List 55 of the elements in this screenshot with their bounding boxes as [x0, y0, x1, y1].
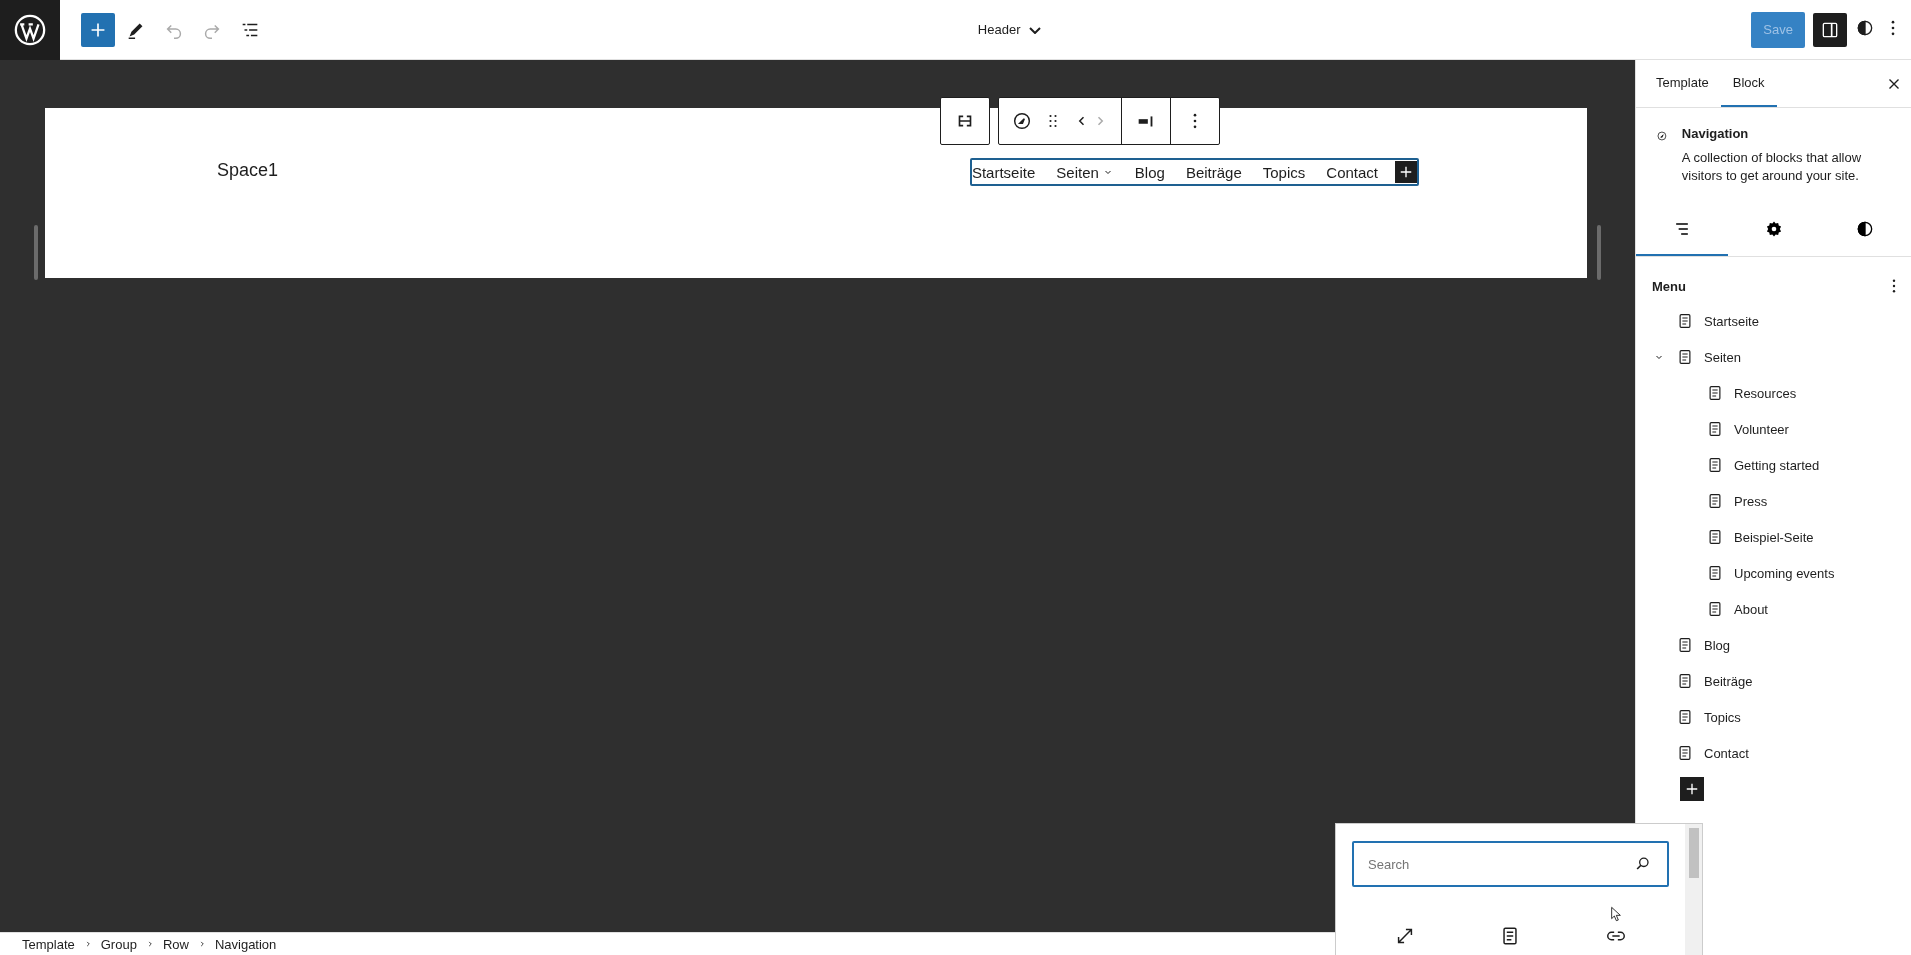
page-icon [1706, 420, 1724, 438]
menu-heading: Menu [1652, 278, 1687, 294]
page-icon [1676, 672, 1694, 690]
chevron-down-icon [1028, 25, 1041, 34]
page-icon [1706, 564, 1724, 582]
sidebar-tab[interactable]: Template [1644, 60, 1721, 107]
menu-item[interactable]: Seiten [1704, 349, 1741, 365]
menu-item[interactable]: Resources [1734, 385, 1797, 401]
menu-item[interactable]: Upcoming events [1734, 565, 1835, 581]
menu-item[interactable]: Blog [1704, 637, 1731, 653]
site-title: Space1 [217, 160, 279, 181]
menu-item[interactable]: Topics [1704, 709, 1741, 725]
resize-handle[interactable] [1597, 225, 1601, 280]
nav-link[interactable]: Startseite [971, 163, 1036, 181]
menu-item[interactable]: Beispiel-Seite [1734, 529, 1814, 545]
page-icon [1676, 744, 1694, 762]
wordpress-logo-icon [13, 12, 47, 47]
page-icon [1676, 708, 1694, 726]
page-icon [1706, 456, 1724, 474]
compass-icon[interactable] [1011, 110, 1033, 132]
page-icon [1706, 600, 1724, 618]
template-title-dropdown[interactable]: Header [969, 18, 1049, 41]
menu-item[interactable]: Contact [1704, 745, 1749, 761]
add-menu-item-button[interactable] [1680, 777, 1704, 801]
resize-handle[interactable] [34, 225, 38, 280]
nav-link[interactable]: Blog [1134, 163, 1165, 181]
breadcrumb-link[interactable]: Group [100, 936, 137, 952]
add-block-button[interactable] [81, 12, 115, 47]
sidebar-tab[interactable]: Block [1720, 60, 1777, 107]
add-nav-item-button[interactable] [1395, 161, 1417, 183]
menu-item[interactable]: Beiträge [1704, 673, 1753, 689]
nav-link[interactable]: Beiträge [1185, 163, 1242, 181]
breadcrumb-link[interactable]: Row [162, 936, 189, 952]
breadcrumb-link[interactable]: Template [22, 936, 75, 952]
menu-item[interactable]: Volunteer [1734, 421, 1789, 437]
menu-item[interactable]: Startseite [1704, 313, 1759, 329]
page-icon [1676, 636, 1694, 654]
scrollbar[interactable] [1685, 824, 1702, 955]
settings-panel-toggle[interactable] [1813, 12, 1847, 47]
page-icon [1706, 492, 1724, 510]
menu-item[interactable]: Getting started [1734, 457, 1820, 473]
nav-link[interactable]: Seiten [1056, 163, 1114, 181]
menu-item[interactable]: About [1734, 601, 1768, 617]
block-name: Navigation [1681, 126, 1750, 141]
nav-link[interactable]: Topics [1262, 163, 1306, 181]
search-field[interactable]: Search [1352, 841, 1669, 887]
block-description: A collection of blocks that allow visitors to get around your site. [1681, 149, 1863, 185]
logo-tile[interactable] [0, 0, 60, 60]
page-icon [1706, 384, 1724, 402]
menu-item[interactable]: Press [1734, 493, 1768, 509]
breadcrumb-link[interactable]: Navigation [214, 936, 277, 952]
page-icon [1706, 528, 1724, 546]
nav-link[interactable]: Contact [1326, 163, 1378, 181]
page-icon [1676, 348, 1694, 366]
page-icon [1676, 312, 1694, 330]
